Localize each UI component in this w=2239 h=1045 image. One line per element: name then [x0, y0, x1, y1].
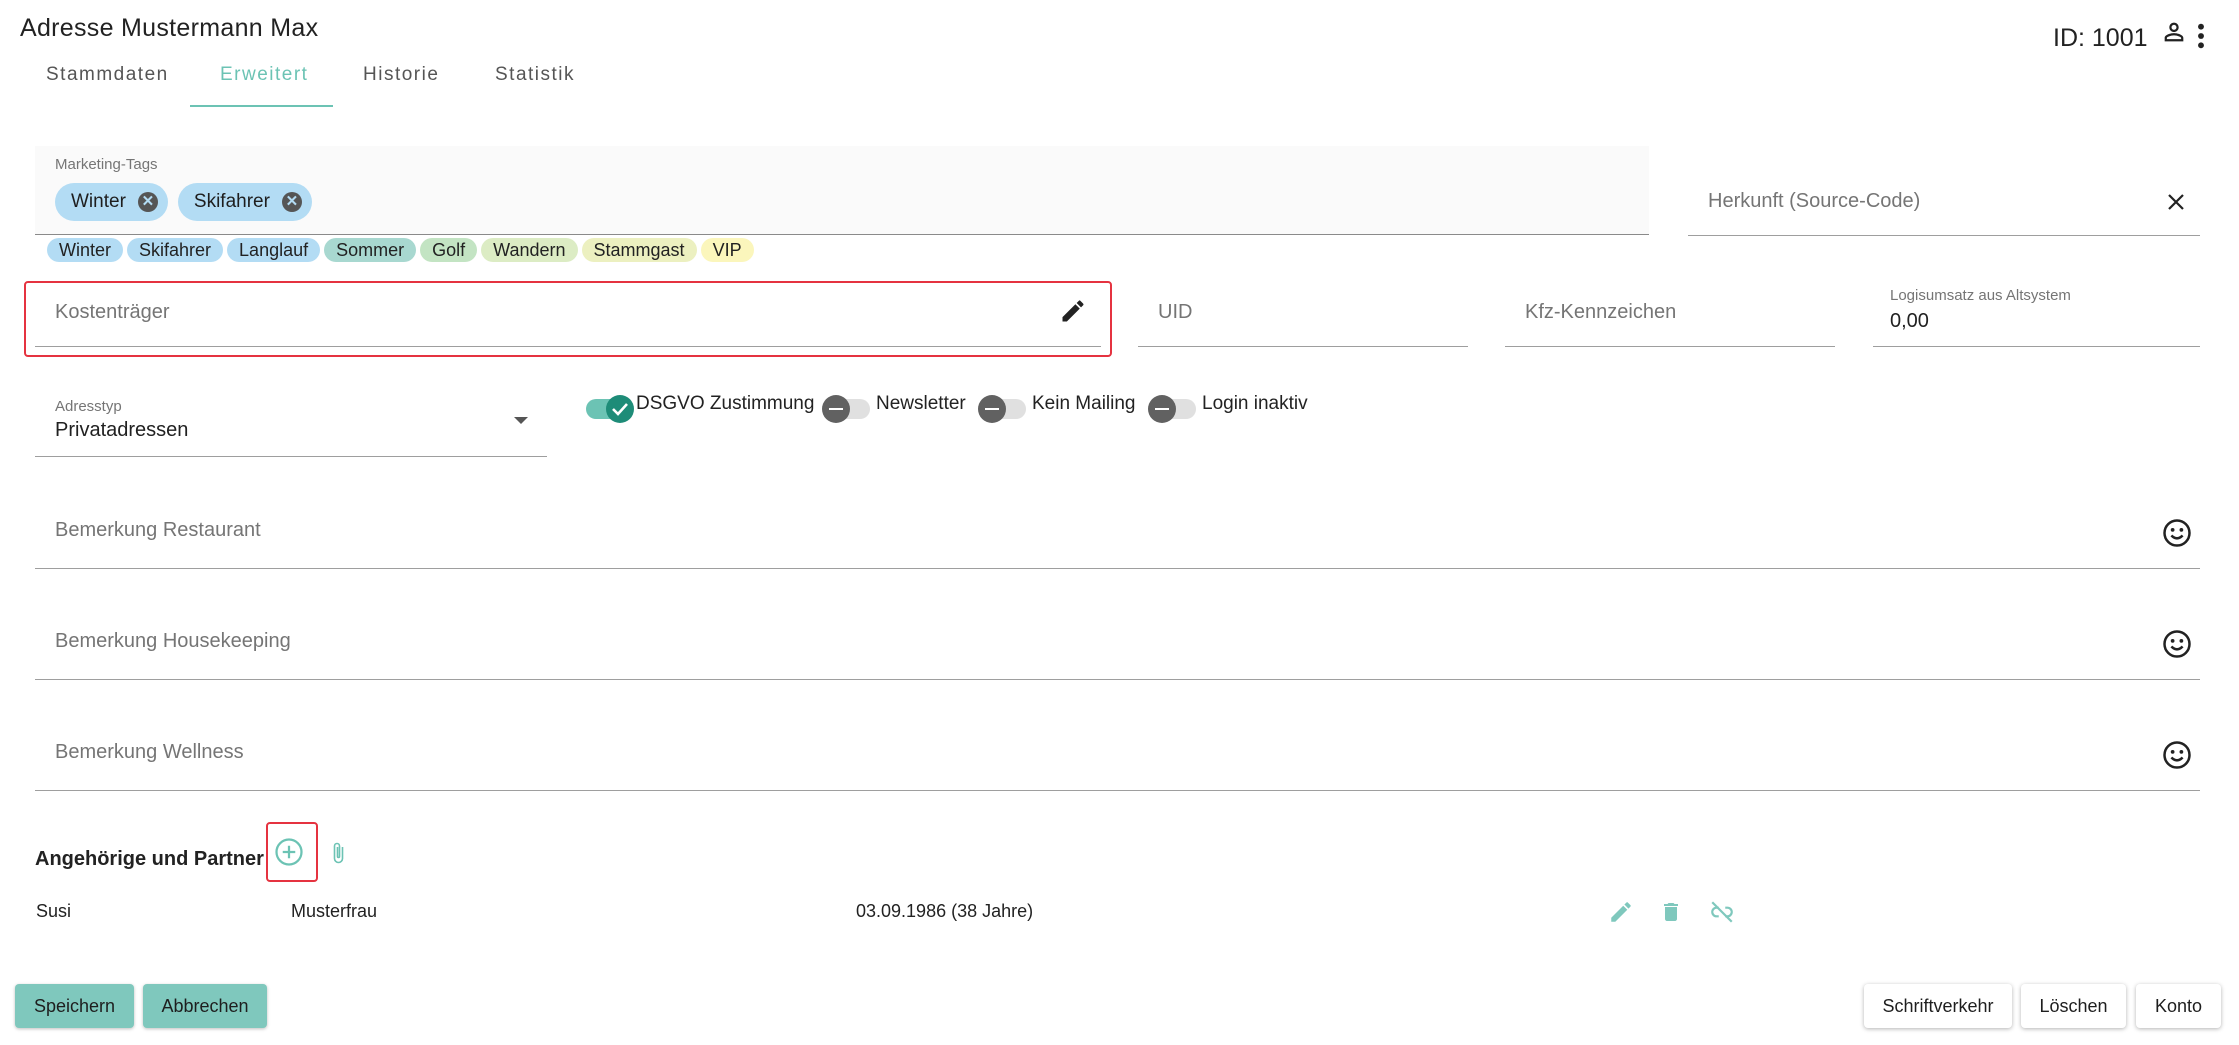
record-id: ID: 1001: [2053, 24, 2148, 52]
tab-stammdaten[interactable]: Stammdaten: [16, 64, 199, 108]
toggle-label: Kein Mailing: [1032, 393, 1136, 414]
chevron-down-icon[interactable]: [513, 416, 529, 426]
palette-tag[interactable]: Skifahrer: [127, 238, 224, 262]
tab-erweitert[interactable]: Erweitert: [190, 64, 338, 108]
pencil-icon[interactable]: [1608, 899, 1634, 925]
toggle-newsletter[interactable]: Newsletter: [822, 393, 966, 423]
tag-palette: Winter Skifahrer Langlauf Sommer Golf Wa…: [47, 238, 758, 262]
toggle-login-inaktiv[interactable]: Login inaktiv: [1148, 393, 1308, 423]
correspondence-button[interactable]: Schriftverkehr: [1864, 984, 2012, 1028]
minus-icon: [978, 395, 1006, 423]
tag-chip-skifahrer[interactable]: Skifahrer ✕: [177, 183, 312, 221]
marketing-tags-field[interactable]: Marketing-Tags Winter ✕ Skifahrer ✕: [35, 146, 1649, 235]
toggle-dsgvo[interactable]: DSGVO Zustimmung: [586, 393, 815, 423]
tag-chip-winter[interactable]: Winter ✕: [55, 183, 168, 221]
paperclip-icon[interactable]: [326, 838, 350, 868]
palette-tag[interactable]: Sommer: [324, 238, 417, 262]
bemerkung-housekeeping-placeholder: Bemerkung Housekeeping: [55, 630, 291, 652]
palette-tag[interactable]: Wandern: [481, 238, 578, 262]
add-circle-icon[interactable]: [274, 837, 304, 867]
bemerkung-restaurant-placeholder: Bemerkung Restaurant: [55, 519, 261, 541]
adresstyp-value: Privatadressen: [55, 419, 189, 441]
chip-remove-icon[interactable]: ✕: [281, 192, 302, 212]
close-icon[interactable]: [2164, 190, 2188, 214]
toggle-label: Login inaktiv: [1202, 393, 1308, 414]
check-icon: [606, 395, 634, 423]
logisumsatz-value: 0,00: [1890, 310, 1929, 332]
minus-icon: [822, 395, 850, 423]
uid-placeholder: UID: [1158, 301, 1193, 323]
palette-tag[interactable]: Winter: [47, 238, 124, 262]
active-tab-indicator: [190, 105, 333, 107]
kfz-field[interactable]: Kfz-Kennzeichen: [1505, 292, 1835, 347]
page-title: Adresse Mustermann Max: [20, 14, 319, 42]
account-button[interactable]: Konto: [2136, 984, 2221, 1028]
minus-icon: [1148, 395, 1176, 423]
adresstyp-label: Adresstyp: [55, 398, 122, 415]
bemerkung-housekeeping-field[interactable]: Bemerkung Housekeeping: [35, 613, 2200, 680]
trash-icon[interactable]: [1659, 899, 1683, 925]
tab-statistik[interactable]: Statistik: [465, 64, 605, 108]
adresstyp-select[interactable]: Adresstyp Privatadressen: [35, 392, 547, 457]
save-button[interactable]: Speichern: [15, 984, 134, 1028]
smiley-icon[interactable]: [2162, 518, 2192, 548]
marketing-tags-label: Marketing-Tags: [55, 156, 158, 173]
tag-chip-label: Skifahrer: [193, 191, 270, 212]
palette-tag[interactable]: Stammgast: [581, 238, 697, 262]
bemerkung-wellness-placeholder: Bemerkung Wellness: [55, 741, 244, 763]
cancel-button[interactable]: Abbrechen: [143, 984, 267, 1028]
kfz-placeholder: Kfz-Kennzeichen: [1525, 301, 1677, 323]
relative-last-name: Musterfrau: [291, 901, 378, 921]
palette-tag[interactable]: Langlauf: [227, 238, 321, 262]
toggle-kein-mailing[interactable]: Kein Mailing: [978, 393, 1136, 423]
smiley-icon[interactable]: [2162, 629, 2192, 659]
link-off-icon[interactable]: [1708, 899, 1736, 925]
tag-chip-label: Winter: [71, 191, 126, 212]
delete-button[interactable]: Löschen: [2021, 984, 2126, 1028]
smiley-icon[interactable]: [2162, 740, 2192, 770]
toggle-label: Newsletter: [876, 393, 966, 414]
chip-remove-icon[interactable]: ✕: [137, 192, 158, 212]
herkunft-placeholder: Herkunft (Source-Code): [1708, 190, 1921, 212]
toggle-label: DSGVO Zustimmung: [636, 393, 815, 414]
palette-tag[interactable]: Golf: [420, 238, 478, 262]
kostentraeger-placeholder: Kostenträger: [55, 301, 170, 323]
more-vert-icon[interactable]: [2192, 20, 2210, 52]
section-title-relatives: Angehörige und Partner: [35, 848, 264, 870]
kostentraeger-field[interactable]: Kostenträger: [35, 292, 1101, 347]
bemerkung-wellness-field[interactable]: Bemerkung Wellness: [35, 724, 2200, 791]
uid-field[interactable]: UID: [1138, 292, 1468, 347]
herkunft-field[interactable]: Herkunft (Source-Code): [1688, 180, 2200, 236]
logisumsatz-field[interactable]: Logisumsatz aus Altsystem 0,00: [1873, 287, 2200, 347]
relative-first-name: Susi: [36, 901, 72, 921]
relative-birthdate: 03.09.1986 (38 Jahre): [856, 901, 1034, 921]
palette-tag[interactable]: VIP: [700, 238, 754, 262]
tab-historie[interactable]: Historie: [333, 64, 469, 108]
logisumsatz-label: Logisumsatz aus Altsystem: [1890, 287, 2071, 304]
person-outline-icon[interactable]: [2160, 18, 2188, 46]
bemerkung-restaurant-field[interactable]: Bemerkung Restaurant: [35, 502, 2200, 569]
pencil-icon[interactable]: [1059, 297, 1087, 325]
